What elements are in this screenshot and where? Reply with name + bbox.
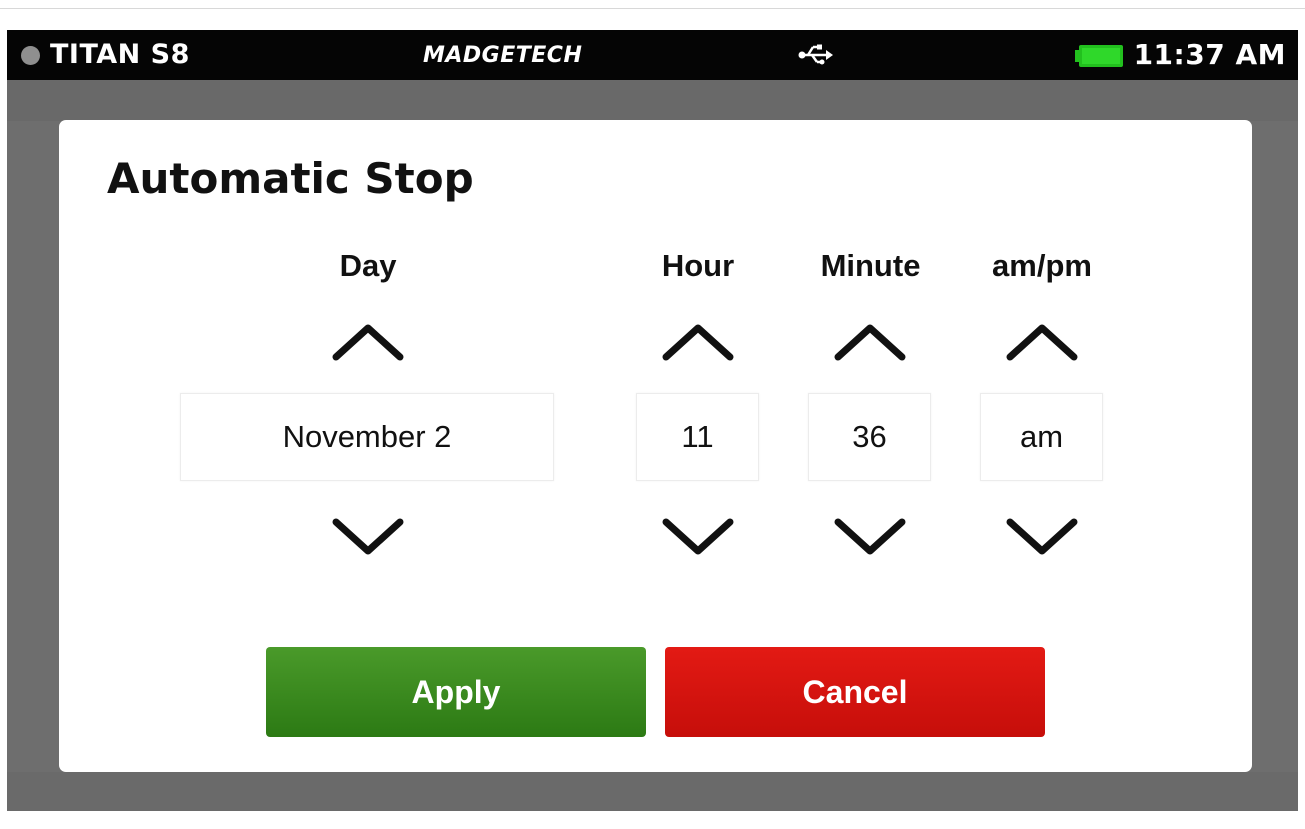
- day-up-button[interactable]: [330, 316, 406, 366]
- chevron-up-icon: [1006, 324, 1078, 361]
- minute-down-button[interactable]: [832, 512, 908, 562]
- day-value[interactable]: November 2: [180, 393, 554, 481]
- battery-icon: [1075, 45, 1123, 67]
- status-bar: TITAN S8 MADGETECH 11:37 AM: [7, 30, 1298, 80]
- ampm-down-button[interactable]: [1004, 512, 1080, 562]
- chevron-up-icon: [332, 324, 404, 361]
- ampm-value[interactable]: am: [980, 393, 1103, 481]
- chevron-down-icon: [662, 518, 734, 555]
- chevron-up-icon: [662, 324, 734, 361]
- chevron-down-icon: [1006, 518, 1078, 555]
- device-name: TITAN S8: [50, 39, 190, 70]
- chevron-down-icon: [834, 518, 906, 555]
- cancel-button[interactable]: Cancel: [665, 647, 1045, 737]
- usb-icon: [798, 44, 833, 65]
- automatic-stop-dialog: Automatic Stop Day Hour Minute am/pm Nov…: [59, 120, 1252, 772]
- ampm-label: am/pm: [992, 248, 1092, 283]
- brand-logo: MADGETECH: [423, 43, 583, 68]
- ampm-up-button[interactable]: [1004, 316, 1080, 366]
- hour-label: Hour: [661, 248, 735, 283]
- dialog-title: Automatic Stop: [107, 154, 474, 203]
- frame-divider: [0, 8, 1305, 9]
- device-screen: TITAN S8 MADGETECH 11:37 AM Automatic St…: [7, 30, 1298, 811]
- day-label: Day: [339, 248, 397, 283]
- minute-value[interactable]: 36: [808, 393, 931, 481]
- status-dot-icon: [21, 46, 40, 65]
- hour-down-button[interactable]: [660, 512, 736, 562]
- minute-label: Minute: [820, 248, 921, 283]
- backdrop: [7, 80, 1298, 121]
- minute-up-button[interactable]: [832, 316, 908, 366]
- backdrop-bottom: [7, 772, 1298, 811]
- hour-value[interactable]: 11: [636, 393, 759, 481]
- apply-button[interactable]: Apply: [266, 647, 646, 737]
- hour-up-button[interactable]: [660, 316, 736, 366]
- chevron-down-icon: [332, 518, 404, 555]
- chevron-up-icon: [834, 324, 906, 361]
- clock: 11:37 AM: [1133, 38, 1286, 71]
- day-down-button[interactable]: [330, 512, 406, 562]
